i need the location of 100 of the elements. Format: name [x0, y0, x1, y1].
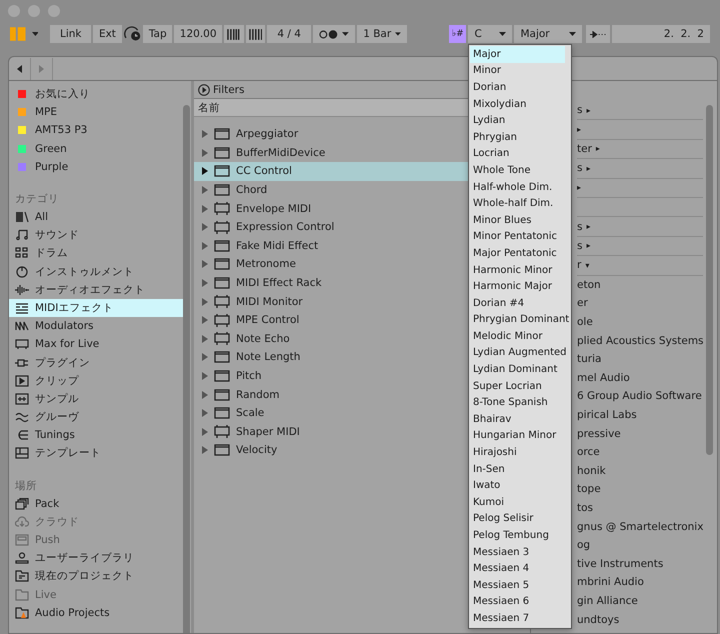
- scale-option[interactable]: Dorian: [470, 79, 565, 96]
- scale-option[interactable]: Minor: [470, 62, 565, 80]
- category-item[interactable]: Modulators: [9, 317, 183, 336]
- vendor-label[interactable]: eton: [577, 278, 601, 291]
- scale-option[interactable]: Minor Blues: [470, 212, 565, 229]
- folder-arrow[interactable]: ▸: [586, 222, 590, 232]
- place-item[interactable]: Audio Projects: [9, 604, 183, 622]
- category-item[interactable]: All: [9, 208, 183, 226]
- folder-arrow[interactable]: ▾: [585, 260, 590, 270]
- vendor-label[interactable]: turia: [577, 353, 602, 366]
- vendor-label[interactable]: tos: [577, 502, 594, 514]
- link-button[interactable]: Link: [50, 25, 92, 43]
- folder-arrow[interactable]: ▸: [577, 183, 582, 192]
- folder-arrow[interactable]: ▸: [586, 241, 590, 250]
- time-signature-field[interactable]: 4 / 4: [267, 25, 312, 43]
- nudge-up-button[interactable]: [246, 25, 266, 43]
- place-item[interactable]: ユーザーライブラリ: [9, 549, 183, 568]
- vendor-label[interactable]: og: [577, 539, 590, 552]
- vendor-label[interactable]: gin Alliance: [577, 594, 638, 607]
- quantize-dropdown[interactable]: 1 Bar: [357, 25, 408, 43]
- scale-option[interactable]: Iwato: [470, 477, 565, 494]
- category-item[interactable]: Tunings: [9, 426, 183, 444]
- scale-option[interactable]: Messiaen 3: [470, 544, 565, 560]
- vendor-label[interactable]: 6 Group Audio Software: [577, 390, 702, 402]
- nudge-down-button[interactable]: [224, 25, 244, 43]
- vendor-label[interactable]: pirical Labs: [577, 408, 637, 421]
- scale-option[interactable]: Whole-half Dim.: [470, 195, 565, 212]
- vendor-label[interactable]: mbrini Audio: [577, 576, 644, 588]
- vendor-label[interactable]: mel Audio: [577, 372, 630, 384]
- vendor-label[interactable]: tope: [577, 483, 601, 496]
- category-item[interactable]: Max for Live: [9, 335, 183, 354]
- category-item[interactable]: テンプレート: [9, 444, 183, 463]
- folder-arrow[interactable]: ▸: [596, 144, 600, 154]
- scale-option[interactable]: Major Pentatonic: [470, 245, 565, 262]
- song-position-field[interactable]: 2. 2. 2: [612, 25, 710, 43]
- category-item[interactable]: プラグイン: [9, 353, 183, 372]
- scale-option[interactable]: Hungarian Minor: [470, 428, 565, 444]
- scale-option[interactable]: Melodic Minor: [470, 328, 565, 345]
- scale-option[interactable]: Super Locrian: [470, 378, 565, 394]
- scale-option[interactable]: Messiaen 4: [470, 560, 565, 577]
- tempo-field[interactable]: 120.00: [174, 25, 222, 43]
- scale-option[interactable]: Hirajoshi: [470, 444, 565, 461]
- category-item[interactable]: サンプル: [9, 390, 183, 408]
- folder-arrow[interactable]: ▸: [586, 164, 590, 173]
- scale-option[interactable]: Bhairav: [470, 411, 565, 428]
- arrangement-follow-button[interactable]: [586, 25, 610, 43]
- collection-item[interactable]: お気に入り: [9, 85, 183, 104]
- scale-mode-button[interactable]: ♭#: [449, 25, 466, 43]
- scrollbar[interactable]: [183, 105, 190, 633]
- expand-arrow-icon[interactable]: [202, 167, 208, 176]
- scale-option[interactable]: Pelog Selisir: [470, 510, 565, 528]
- place-item[interactable]: 現在のプロジェクト: [9, 567, 183, 586]
- category-item[interactable]: ドラム: [9, 244, 183, 262]
- scale-option[interactable]: Locrian: [470, 146, 565, 162]
- scale-option[interactable]: Dorian #4: [470, 294, 565, 312]
- scale-option[interactable]: Kumoi: [470, 494, 565, 511]
- filters-button[interactable]: Filters: [198, 84, 244, 96]
- vendor-label[interactable]: gnus @ Smartelectronix: [577, 520, 704, 533]
- scale-option[interactable]: 8-Tone Spanish: [470, 394, 565, 412]
- category-item[interactable]: グルーヴ: [9, 408, 183, 426]
- tap-button[interactable]: Tap: [143, 25, 172, 43]
- scale-option[interactable]: Phrygian: [470, 128, 565, 146]
- scale-option[interactable]: Harmonic Major: [470, 278, 565, 295]
- scale-option[interactable]: Lydian Dominant: [470, 361, 565, 378]
- collection-item[interactable]: MPE: [9, 103, 183, 122]
- scale-dropdown[interactable]: Major: [514, 25, 582, 43]
- collection-item[interactable]: Purple: [9, 158, 183, 176]
- metronome-clock-icon[interactable]: [124, 26, 142, 42]
- category-item[interactable]: インストゥルメント: [9, 262, 183, 281]
- place-item[interactable]: Pack: [9, 494, 183, 513]
- vendor-label[interactable]: tive Instruments: [577, 558, 664, 570]
- category-item[interactable]: オーディオエフェクト: [9, 280, 183, 299]
- vendor-label[interactable]: plied Acoustics Systems: [577, 334, 704, 347]
- category-item[interactable]: サウンド: [9, 226, 183, 244]
- live-logo-icon[interactable]: [10, 27, 26, 41]
- category-item[interactable]: クリップ: [9, 372, 183, 390]
- folder-arrow[interactable]: ▸: [577, 125, 582, 134]
- scale-option[interactable]: In-Sen: [470, 460, 565, 478]
- scale-option[interactable]: Messiaen 5: [470, 577, 565, 594]
- scale-option[interactable]: Minor Pentatonic: [470, 228, 565, 246]
- scale-option[interactable]: Major: [470, 46, 565, 63]
- folder-arrow[interactable]: ▸: [586, 106, 590, 115]
- vendor-label[interactable]: er: [577, 297, 588, 310]
- vendor-label[interactable]: ole: [577, 316, 593, 328]
- collection-item[interactable]: Green: [9, 140, 183, 158]
- scrollbar[interactable]: [706, 105, 713, 455]
- scale-option[interactable]: Half-whole Dim.: [470, 178, 565, 196]
- vendor-label[interactable]: undtoys: [577, 614, 620, 626]
- root-note-dropdown[interactable]: C: [468, 25, 512, 43]
- scale-option[interactable]: Lydian Augmented: [470, 344, 565, 362]
- scale-option[interactable]: Harmonic Minor: [470, 262, 565, 278]
- vendor-label[interactable]: honik: [577, 464, 606, 477]
- ext-button[interactable]: Ext: [93, 25, 122, 43]
- metronome-button[interactable]: [313, 25, 356, 43]
- scale-option[interactable]: Messiaen 7: [470, 610, 565, 627]
- category-item[interactable]: MIDIエフェクト: [9, 298, 183, 318]
- scale-option[interactable]: Messiaen 6: [470, 594, 565, 610]
- collection-item[interactable]: AMT53 P3: [9, 121, 183, 140]
- vendor-label[interactable]: orce: [577, 446, 600, 458]
- scale-option[interactable]: Pelog Tembung: [470, 527, 565, 544]
